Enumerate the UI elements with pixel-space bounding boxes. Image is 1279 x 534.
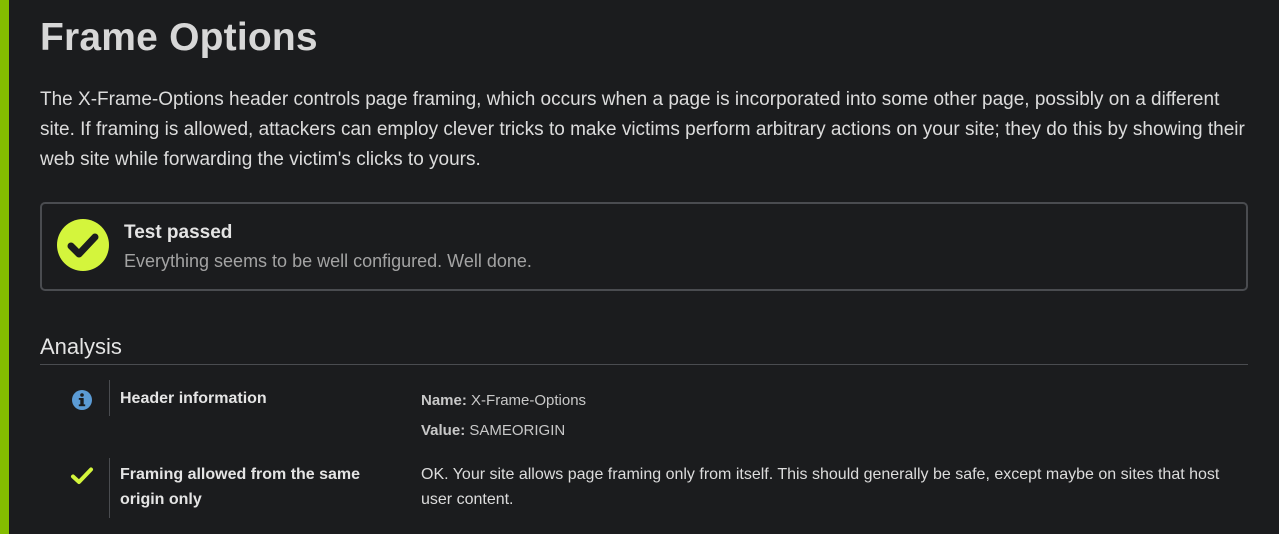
page: Frame Options The X-Frame-Options header… (0, 0, 1279, 534)
name-value: X-Frame-Options (471, 392, 587, 409)
check-icon (70, 464, 94, 488)
intro-text: The X-Frame-Options header controls page… (40, 89, 1245, 170)
name-key: Name: (421, 392, 467, 409)
row-label: Framing allowed from the same origin onl… (120, 466, 361, 508)
header-details: Name: X-Frame-Options Value: SAMEORIGIN (421, 386, 1248, 446)
row-divider (109, 380, 110, 416)
analysis-row: Header information Name: X-Frame-Options… (40, 380, 1248, 442)
row-detail: OK. Your site allows page framing only f… (421, 466, 1220, 508)
page-title: Frame Options (40, 16, 318, 59)
header-value: Value: SAMEORIGIN (421, 416, 1248, 446)
header-name: Name: X-Frame-Options (421, 386, 1248, 416)
row-label: Header information (120, 390, 267, 407)
info-icon (70, 388, 94, 412)
analysis-divider (40, 364, 1248, 365)
value-key: Value: (421, 422, 466, 439)
check-circle-icon (57, 219, 109, 271)
result-box: Test passed Everything seems to be well … (40, 202, 1248, 291)
analysis-row: Framing allowed from the same origin onl… (40, 458, 1248, 520)
result-message: Everything seems to be well configured. … (124, 251, 532, 271)
row-divider (109, 458, 110, 518)
analysis-title: Analysis (40, 334, 122, 359)
accent-bar (0, 0, 9, 534)
value-value: SAMEORIGIN (469, 422, 566, 439)
result-title: Test passed (124, 222, 233, 243)
